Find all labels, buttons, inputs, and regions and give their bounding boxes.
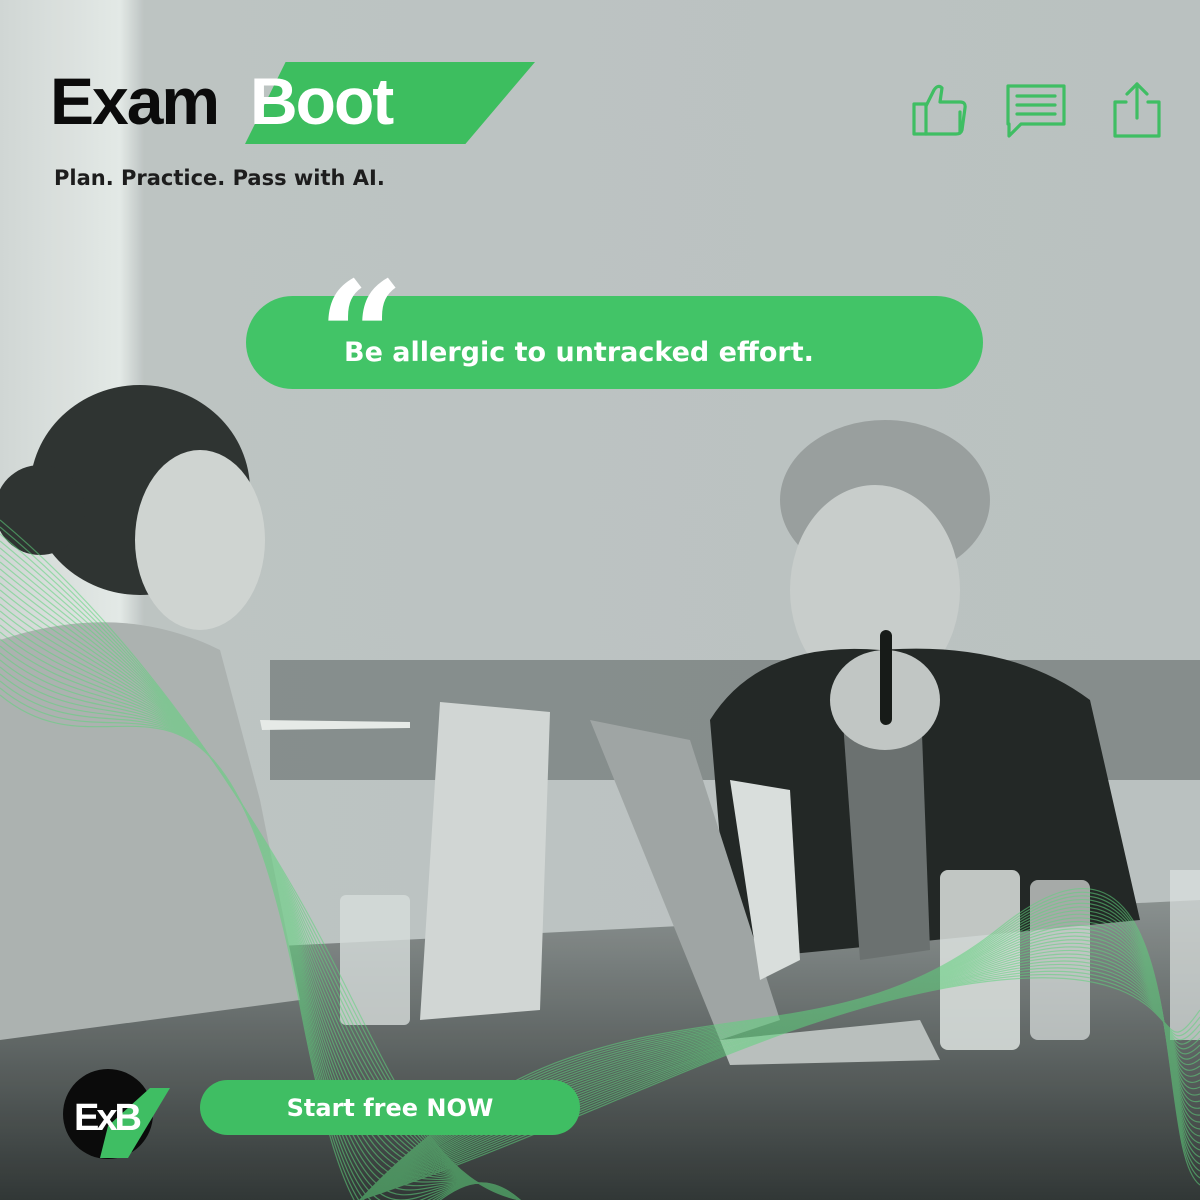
logo-text-boot: Boot <box>250 64 394 138</box>
logo-text-exam: Exam <box>50 64 220 138</box>
tagline: Plan. Practice. Pass with AI. <box>54 166 385 190</box>
comment-icon[interactable] <box>1005 80 1067 140</box>
quote-text: Be allergic to untracked effort. <box>344 337 814 368</box>
exb-badge-logo[interactable]: ExB <box>60 1066 170 1162</box>
thumbs-up-icon[interactable] <box>910 80 972 140</box>
share-icon[interactable] <box>1106 80 1168 140</box>
start-free-button[interactable]: Start free NOW <box>200 1080 580 1135</box>
badge-text: ExB <box>74 1097 140 1139</box>
promo-canvas: Exam Boot Plan. Practice. Pass with AI. … <box>0 0 1200 1200</box>
exam-boot-logo: Exam Boot <box>50 60 535 150</box>
